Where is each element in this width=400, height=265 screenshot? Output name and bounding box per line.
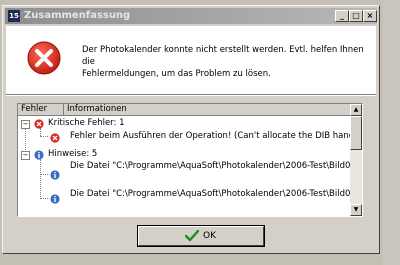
maximize-button[interactable]: □ [349, 10, 363, 22]
scroll-up-button[interactable]: ▲ [350, 104, 362, 116]
vertical-scrollbar[interactable]: ▲ ▼ [350, 104, 362, 216]
scroll-down-button[interactable]: ▼ [350, 204, 362, 216]
error-icon [34, 119, 44, 129]
ok-button-label: OK [203, 231, 216, 241]
column-header-fehler[interactable]: Fehler [18, 104, 64, 116]
tree-item-hint[interactable]: Die Datei "C:\Programme\AquaSoft\Photoka… [70, 161, 362, 172]
info-icon [34, 150, 44, 160]
tree-line [40, 136, 48, 137]
error-message-line2: Fehlermeldungen, um das Problem zu lösen… [82, 69, 271, 79]
desktop-background [383, 0, 400, 265]
divider-highlight [6, 95, 376, 96]
tree-line [40, 128, 41, 136]
minimize-button[interactable]: _ [335, 10, 349, 22]
collapse-toggle[interactable]: − [21, 151, 30, 160]
tree-line [40, 198, 48, 199]
message-panel: Der Photokalender konnte nicht erstellt … [6, 26, 376, 94]
column-header-informationen[interactable]: Informationen [64, 104, 352, 116]
info-icon [50, 194, 60, 204]
window-title: Zusammenfassung [24, 10, 131, 21]
close-button[interactable]: × [363, 10, 377, 22]
tree-line [40, 159, 41, 199]
error-icon [27, 41, 61, 75]
tree-item-error[interactable]: Fehler beim Ausführen der Operation! (Ca… [70, 131, 362, 142]
error-tree-view[interactable]: Fehler Informationen − Kritische Fehler:… [17, 103, 363, 217]
ok-button[interactable]: OK [137, 225, 265, 247]
error-message-line1: Der Photokalender konnte nicht erstellt … [82, 45, 364, 67]
info-icon [50, 170, 60, 180]
error-message: Der Photokalender konnte nicht erstellt … [82, 44, 368, 80]
tree-group-hints[interactable]: Hinweise: 5 [48, 149, 97, 160]
collapse-toggle[interactable]: − [21, 120, 30, 129]
summary-dialog: 15 Zusammenfassung _ □ × Der Photokalend… [2, 5, 380, 254]
tree-line [40, 174, 48, 175]
tree-group-errors[interactable]: Kritische Fehler: 1 [48, 118, 125, 129]
error-icon [50, 133, 60, 143]
title-bar[interactable]: 15 Zusammenfassung _ □ × [5, 8, 377, 24]
app-icon: 15 [8, 10, 20, 22]
checkmark-icon [185, 230, 199, 242]
scroll-thumb[interactable] [350, 116, 362, 150]
tree-item-hint[interactable]: Die Datei "C:\Programme\AquaSoft\Photoka… [70, 189, 362, 200]
